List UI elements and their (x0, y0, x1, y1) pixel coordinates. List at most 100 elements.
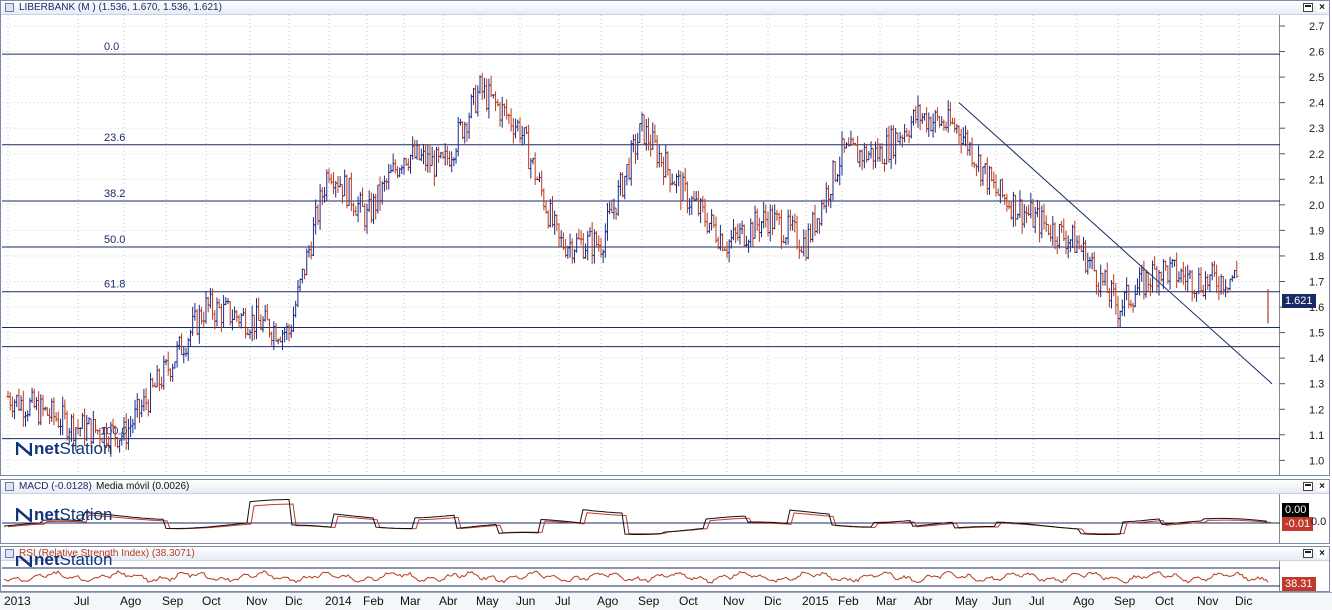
x-tick-label: Oct (1155, 594, 1174, 608)
ohlc-bar (430, 146, 434, 166)
x-tick-label: Feb (363, 594, 384, 608)
ohlc-bar (409, 154, 412, 174)
ohlc-bar (208, 287, 212, 309)
ohlc-bar (838, 156, 842, 186)
ohlc-bar (603, 223, 607, 258)
ohlc-bar (374, 194, 378, 220)
ohlc-bar (655, 134, 659, 169)
ohlc-bar (659, 152, 663, 167)
ohlc-bar (511, 118, 515, 144)
ohlc-bar (731, 219, 735, 241)
ohlc-bar (257, 297, 261, 322)
netstation-watermark: netStation (16, 439, 112, 459)
rsi-chart[interactable] (0, 546, 1332, 592)
ohlc-bar (1131, 302, 1135, 313)
ohlc-bar (679, 170, 683, 210)
ohlc-bar (806, 223, 810, 260)
ohlc-bar (1068, 239, 1072, 253)
ohlc-bar (1142, 260, 1146, 300)
ohlc-bar (391, 153, 395, 172)
ohlc-bar (1184, 266, 1188, 291)
ohlc-bar (1107, 287, 1111, 308)
ohlc-bar (1062, 218, 1066, 242)
ohlc-bar (182, 346, 186, 364)
x-tick-label: Dic (1235, 594, 1253, 608)
ohlc-bar (1195, 291, 1199, 302)
netstation-watermark: netStation (16, 556, 112, 570)
ohlc-bar (1118, 310, 1122, 328)
ohlc-bar (76, 419, 80, 435)
ohlc-bar (329, 173, 333, 185)
ohlc-bar (858, 149, 862, 168)
ohlc-bar (677, 170, 681, 187)
ohlc-bar (714, 216, 718, 244)
x-tick-label: Sep (638, 594, 660, 608)
ohlc-bar (621, 172, 625, 198)
ohlc-bar (931, 113, 935, 138)
ohlc-bar (331, 172, 335, 195)
ohlc-bar (411, 136, 415, 160)
y-tick-label: 1.3 (1309, 379, 1324, 391)
y-tick-label: 1.9 (1309, 225, 1324, 237)
ohlc-bar (1148, 278, 1152, 297)
ohlc-bar (1122, 290, 1126, 317)
fib-level-label: 23.6 (104, 132, 125, 144)
ohlc-bar (942, 119, 946, 131)
ohlc-bar (204, 290, 208, 324)
y-tick-label: 1.7 (1309, 277, 1324, 289)
ohlc-bar (540, 170, 544, 197)
ohlc-bar (1177, 271, 1181, 283)
ohlc-bar (1022, 204, 1026, 228)
ohlc-bar (61, 396, 65, 436)
ohlc-bar (779, 209, 783, 249)
ohlc-bar (26, 410, 30, 422)
ohlc-bar (363, 203, 367, 232)
ohlc-bar (1217, 276, 1221, 301)
ohlc-bar (454, 147, 458, 164)
ohlc-bar (268, 318, 271, 338)
ohlc-bar (171, 363, 175, 382)
ohlc-bar (775, 210, 779, 221)
ohlc-bar (579, 230, 583, 246)
y-tick-label: 2.0 (1309, 200, 1324, 212)
ohlc-bar (378, 176, 382, 211)
ohlc-bar (1208, 274, 1212, 293)
x-tick-label: Mar (876, 594, 897, 608)
ohlc-bar (276, 338, 280, 345)
netstation-logo-icon (16, 442, 32, 456)
ohlc-bar (1112, 274, 1116, 297)
ohlc-bar (1116, 296, 1120, 328)
ohlc-bar (851, 137, 855, 146)
fib-level-label: 38.2 (104, 188, 125, 200)
ohlc-bar (17, 388, 21, 412)
ohlc-bar (482, 77, 486, 99)
ohlc-bar (889, 125, 893, 169)
ohlc-bar (644, 118, 648, 151)
x-tick-label: Jul (74, 594, 90, 608)
ohlc-bar (354, 206, 358, 216)
ohlc-bar (581, 233, 585, 260)
y-tick-label: 2.4 (1309, 98, 1324, 110)
ohlc-bar (608, 201, 612, 215)
ohlc-bar (248, 329, 252, 339)
ohlc-bar (590, 222, 594, 265)
ohlc-bar (1018, 190, 1022, 219)
ohlc-bar (653, 124, 657, 144)
ohlc-bar (992, 171, 996, 189)
macd-chart[interactable] (0, 479, 1332, 544)
ohlc-bar (476, 85, 480, 117)
ohlc-bar (10, 396, 14, 418)
ohlc-bar (15, 394, 19, 408)
ohlc-bar (1007, 201, 1011, 210)
ohlc-bar (177, 336, 181, 350)
ohlc-bar (638, 123, 642, 144)
ohlc-bar (755, 208, 759, 231)
ohlc-bar (742, 224, 746, 248)
x-tick-label: Nov (723, 594, 745, 608)
price-chart[interactable]: 2.72.62.52.42.32.22.12.01.91.81.71.61.51… (0, 0, 1332, 476)
ohlc-bar (1092, 251, 1096, 272)
x-tick-label: May (476, 594, 499, 608)
y-tick-label: 1.1 (1309, 430, 1324, 442)
ohlc-bar (166, 351, 170, 376)
netstation-logo-icon (16, 508, 32, 522)
